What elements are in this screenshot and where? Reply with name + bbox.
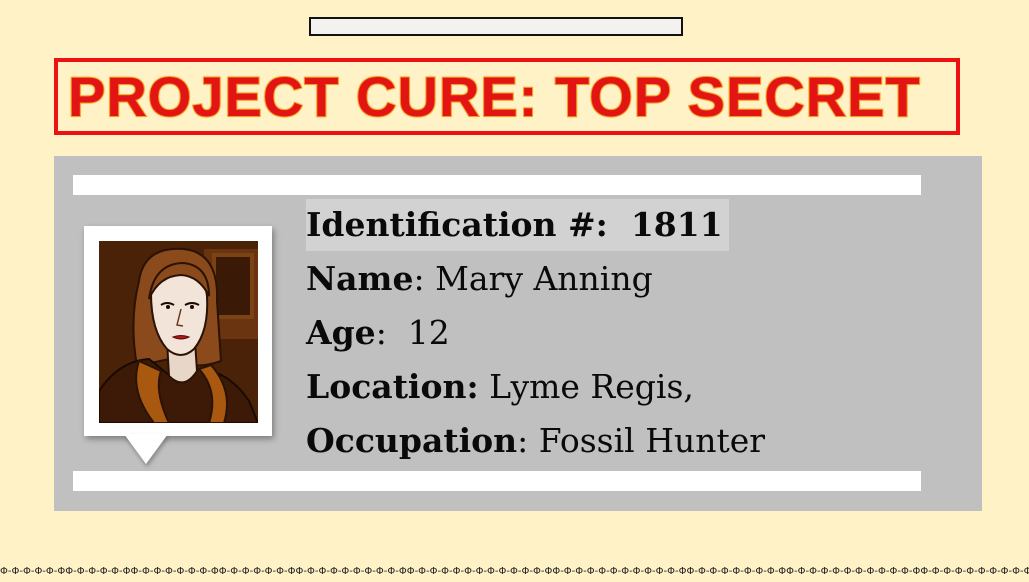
location-row: Location: Lyme Regis, xyxy=(306,360,765,414)
occupation-value: : Fossil Hunter xyxy=(517,421,766,460)
location-value: Lyme Regis, xyxy=(478,367,694,406)
title-banner: PROJECT CURE: TOP SECRET xyxy=(54,58,960,135)
footer-pattern: Φ-Φ-Φ-Φ-Φ-ΦΦ-Φ-Φ-Φ-Φ-ΦΦ-Φ-Φ-Φ-Φ-Φ-Φ-ΦΦ-Φ… xyxy=(0,566,1029,577)
card-top-stripe xyxy=(73,175,921,195)
age-label: Age xyxy=(306,313,376,352)
age-value: : 12 xyxy=(375,313,450,352)
portrait-frame xyxy=(84,226,272,464)
identification-label: Identification #: xyxy=(306,205,608,244)
identification-value: 1811 xyxy=(630,205,723,244)
page-title: PROJECT CURE: TOP SECRET xyxy=(67,64,921,129)
name-row: Name: Mary Anning xyxy=(306,252,765,306)
identification-row: Identification #: 1811 xyxy=(306,198,765,252)
profile-details: Identification #: 1811 Name: Mary Anning… xyxy=(306,198,765,468)
identification-highlight: Identification #: 1811 xyxy=(306,199,729,251)
card-bottom-stripe xyxy=(73,471,921,491)
portrait-frame-pointer xyxy=(124,434,168,464)
name-label: Name xyxy=(306,259,414,298)
portrait-icon xyxy=(99,241,258,423)
id-card: Identification #: 1811 Name: Mary Anning… xyxy=(54,156,982,511)
name-value: : Mary Anning xyxy=(413,259,653,298)
occupation-row: Occupation: Fossil Hunter xyxy=(306,414,765,468)
occupation-label: Occupation xyxy=(306,421,518,460)
location-label: Location: xyxy=(306,367,479,406)
age-row: Age: 12 xyxy=(306,306,765,360)
top-empty-field xyxy=(309,17,683,36)
